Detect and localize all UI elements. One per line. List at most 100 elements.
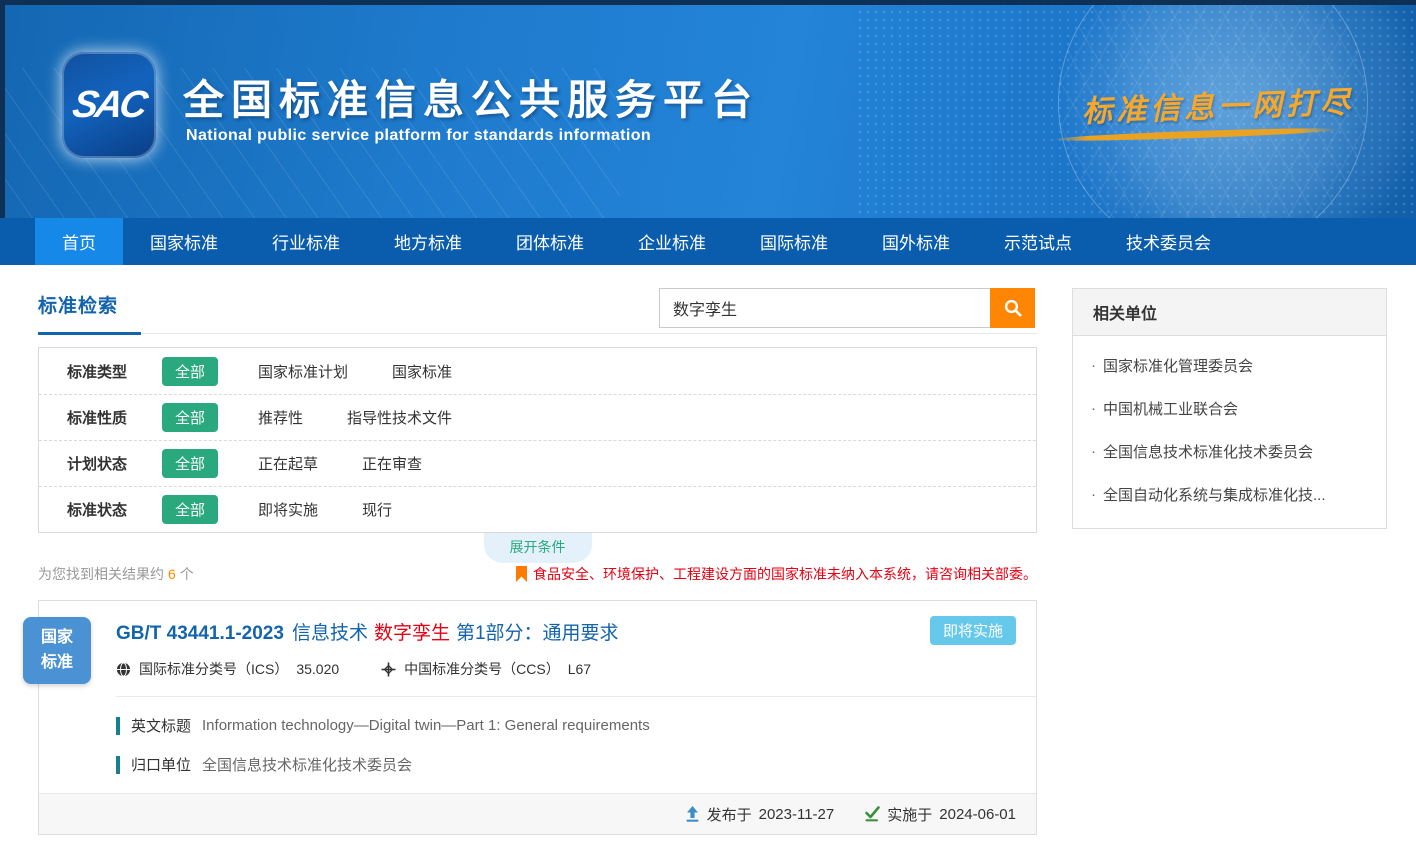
standard-title-part[interactable]: 信息技术	[292, 623, 368, 644]
search-icon	[1003, 298, 1023, 318]
filter-row-standard-nature: 标准性质 全部 推荐性 指导性技术文件	[39, 394, 1036, 440]
filter-panel: 标准类型 全部 国家标准计划 国家标准 标准性质 全部 推荐性 指导性技术文件 …	[38, 347, 1037, 533]
filter-label: 计划状态	[67, 453, 162, 474]
filter-row-plan-status: 计划状态 全部 正在起草 正在审查	[39, 440, 1036, 486]
filter-row-standard-type: 标准类型 全部 国家标准计划 国家标准	[39, 348, 1036, 394]
page-header: SAC 全国标准信息公共服务平台 National public service…	[0, 0, 1416, 218]
detail-label: 英文标题	[131, 715, 191, 736]
expand-conditions-wrap: 展开条件	[38, 533, 1037, 558]
sidebar-item-sac[interactable]: 国家标准化管理委员会	[1073, 344, 1386, 387]
classification-row: 国际标准分类号（ICS） 35.020 中国标准分类号（CCS） L6	[116, 659, 1016, 679]
active-tab-underline	[38, 332, 141, 335]
detail-value: 全国信息技术标准化技术委员会	[202, 754, 412, 775]
nav-item-enterprise-standards[interactable]: 企业标准	[611, 218, 733, 265]
sidebar-title: 相关单位	[1073, 289, 1386, 336]
bookmark-icon	[516, 566, 527, 582]
filter-option[interactable]: 即将实施	[258, 499, 318, 520]
ccs-classification: 中国标准分类号（CCS） L67	[381, 659, 591, 679]
publish-icon	[685, 806, 700, 822]
results-summary-row: 为您找到相关结果约6个 食品安全、环境保护、工程建设方面的国家标准未纳入本系统，…	[38, 564, 1037, 584]
filter-all-badge[interactable]: 全部	[162, 495, 218, 524]
filter-option[interactable]: 正在起草	[258, 453, 318, 474]
filter-all-badge[interactable]: 全部	[162, 403, 218, 432]
standard-title-rest[interactable]: 第1部分：通用要求	[456, 623, 619, 644]
nav-item-group-standards[interactable]: 团体标准	[489, 218, 611, 265]
nav-item-technical-committee[interactable]: 技术委员会	[1099, 218, 1238, 265]
standard-result-card: 国家 标准 GB/T 43441.1-2023信息技术数字孪生第1部分：通用要求…	[38, 600, 1037, 835]
ics-value: 35.020	[296, 661, 339, 677]
standard-code[interactable]: GB/T 43441.1-2023	[116, 623, 284, 644]
results-count-number: 6	[168, 566, 176, 582]
committee-row: 归口单位 全国信息技术标准化技术委员会	[116, 754, 1036, 775]
detail-value: Information technology—Digital twin—Part…	[202, 717, 650, 734]
filter-label: 标准性质	[67, 407, 162, 428]
check-icon	[864, 806, 880, 822]
sidebar-item-machinery-federation[interactable]: 中国机械工业联合会	[1073, 387, 1386, 430]
filter-option[interactable]: 国家标准	[392, 361, 452, 382]
nav-item-foreign-standards[interactable]: 国外标准	[855, 218, 977, 265]
search-bar	[659, 288, 1035, 328]
filter-label: 标准类型	[67, 361, 162, 382]
filter-option[interactable]: 现行	[362, 499, 392, 520]
section-title-standard-search: 标准检索	[38, 291, 118, 318]
nav-item-local-standards[interactable]: 地方标准	[367, 218, 489, 265]
implemented-label: 实施于	[887, 804, 932, 825]
implemented-date: 2024-06-01	[939, 806, 1016, 823]
nav-item-pilot[interactable]: 示范试点	[977, 218, 1099, 265]
nav-item-national-standards[interactable]: 国家标准	[123, 218, 245, 265]
search-input[interactable]	[659, 288, 990, 328]
filter-option[interactable]: 国家标准计划	[258, 361, 348, 382]
results-count: 为您找到相关结果约6个	[38, 564, 194, 584]
filter-all-badge[interactable]: 全部	[162, 357, 218, 386]
related-organizations-box: 相关单位 国家标准化管理委员会 中国机械工业联合会 全国信息技术标准化技术委员会…	[1072, 288, 1387, 529]
search-button[interactable]	[990, 288, 1035, 328]
card-body: GB/T 43441.1-2023信息技术数字孪生第1部分：通用要求 即将实施 …	[39, 601, 1036, 681]
filter-label: 标准状态	[67, 499, 162, 520]
published-label: 发布于	[707, 804, 752, 825]
ccs-value: L67	[568, 661, 591, 677]
sac-logo: SAC	[62, 52, 156, 158]
teal-bar-decoration	[116, 756, 120, 774]
standard-title-link[interactable]: GB/T 43441.1-2023 信息技术数字孪生第1部分：通用要求	[116, 618, 1016, 645]
sidebar-item-automation-systems-committee[interactable]: 全国自动化系统与集成标准化技...	[1073, 473, 1386, 516]
sidebar-item-it-standardization-committee[interactable]: 全国信息技术标准化技术委员会	[1073, 430, 1386, 473]
published-date: 2023-11-27	[759, 806, 835, 823]
filter-option[interactable]: 推荐性	[258, 407, 303, 428]
teal-bar-decoration	[116, 717, 120, 735]
nav-item-industry-standards[interactable]: 行业标准	[245, 218, 367, 265]
main-column: 标准检索 标准类型 全部 国家标准计划 国家标准	[38, 288, 1037, 835]
globe-icon	[116, 662, 131, 677]
filter-option[interactable]: 指导性技术文件	[347, 407, 452, 428]
content-area: 标准检索 标准类型 全部 国家标准计划 国家标准	[0, 265, 1416, 835]
card-footer: 发布于 2023-11-27 实施于 2024-06-01	[39, 793, 1036, 834]
filter-option[interactable]: 正在审查	[362, 453, 422, 474]
results-count-suffix: 个	[180, 566, 194, 582]
header-top-edge	[0, 0, 1416, 5]
ccs-label: 中国标准分类号（CCS）	[404, 659, 560, 679]
standard-title-highlight[interactable]: 数字孪生	[374, 623, 450, 644]
results-count-prefix: 为您找到相关结果约	[38, 566, 164, 582]
site-title-chinese: 全国标准信息公共服务平台	[183, 66, 759, 126]
notice-text: 食品安全、环境保护、工程建设方面的国家标准未纳入本系统，请咨询相关部委。	[533, 564, 1037, 584]
system-notice: 食品安全、环境保护、工程建设方面的国家标准未纳入本系统，请咨询相关部委。	[516, 564, 1037, 584]
ics-label: 国际标准分类号（ICS）	[139, 659, 288, 679]
nav-item-home[interactable]: 首页	[35, 218, 123, 265]
site-title-english: National public service platform for sta…	[186, 127, 651, 145]
filter-all-badge[interactable]: 全部	[162, 449, 218, 478]
nav-item-international-standards[interactable]: 国际标准	[733, 218, 855, 265]
sidebar: 相关单位 国家标准化管理委员会 中国机械工业联合会 全国信息技术标准化技术委员会…	[1072, 288, 1387, 835]
main-nav: 首页 国家标准 行业标准 地方标准 团体标准 企业标准 国际标准 国外标准 示范…	[0, 218, 1416, 265]
compass-icon	[381, 662, 396, 677]
filter-row-standard-status: 标准状态 全部 即将实施 现行	[39, 486, 1036, 532]
published-date-item: 发布于 2023-11-27	[685, 804, 835, 825]
card-divider	[116, 696, 1036, 697]
sac-logo-text: SAC	[70, 84, 149, 127]
sidebar-list: 国家标准化管理委员会 中国机械工业联合会 全国信息技术标准化技术委员会 全国自动…	[1073, 336, 1386, 528]
header-left-edge	[0, 0, 5, 218]
search-section-header: 标准检索	[38, 288, 1037, 334]
expand-conditions-button[interactable]: 展开条件	[484, 533, 592, 563]
status-badge: 即将实施	[930, 616, 1016, 645]
implemented-date-item: 实施于 2024-06-01	[864, 804, 1016, 825]
detail-label: 归口单位	[131, 754, 191, 775]
ics-classification: 国际标准分类号（ICS） 35.020	[116, 659, 339, 679]
